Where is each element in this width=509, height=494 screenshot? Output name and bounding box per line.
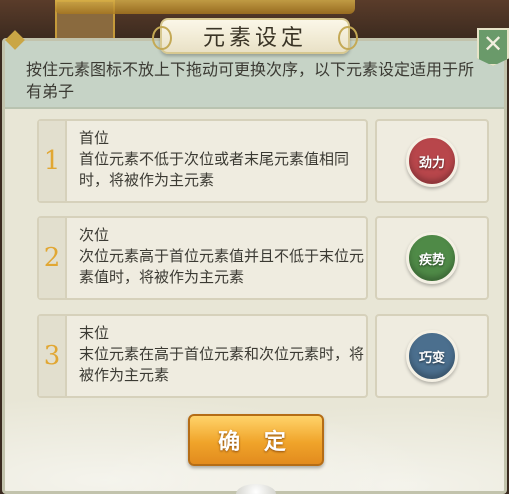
rule-row-3: 3 末位 末位元素在高于首位元素和次位元素时，将被作为主元素 xyxy=(37,314,368,398)
rule-row-1: 1 首位 首位元素不低于次位或者末尾元素值相同时，将被作为主元素 xyxy=(37,119,368,203)
row-description: 末位元素在高于首位元素和次位元素时，将被作为主元素 xyxy=(79,345,365,384)
element-label: 疾势 xyxy=(418,252,445,268)
row-description: 次位元素高于首位元素值并且不低于末位元素值时，将被作为主元素 xyxy=(79,247,365,286)
close-button[interactable]: ✕ xyxy=(477,28,509,66)
background-frame xyxy=(55,0,355,14)
element-label: 劲力 xyxy=(418,155,445,171)
row-number-cell: 3 xyxy=(39,316,67,396)
dialog-title: 元素设定 xyxy=(202,26,307,51)
element-slot-1[interactable]: 劲力 xyxy=(375,119,489,203)
confirm-button-label: 确 定 xyxy=(218,430,294,455)
row-title: 次位 xyxy=(79,226,110,244)
close-icon: ✕ xyxy=(482,30,504,58)
element-slot-2[interactable]: 疾势 xyxy=(375,216,489,300)
dialog-description: 按住元素图标不放上下拖动可更换次序，以下元素设定适用于所有弟子 xyxy=(26,60,475,101)
element-slot-3[interactable]: 巧变 xyxy=(375,314,489,398)
element-jishi-icon[interactable]: 疾势 xyxy=(406,232,458,284)
element-jinli-icon[interactable]: 劲力 xyxy=(406,135,458,187)
element-label: 巧变 xyxy=(418,350,445,366)
row-number-cell: 2 xyxy=(39,218,67,298)
confirm-button[interactable]: 确 定 xyxy=(188,414,324,466)
row-number: 3 xyxy=(43,341,61,371)
row-description: 首位元素不低于次位或者末尾元素值相同时，将被作为主元素 xyxy=(79,150,350,189)
row-number-cell: 1 xyxy=(39,121,67,201)
row-title: 首位 xyxy=(79,129,110,147)
rule-row-2: 2 次位 次位元素高于首位元素值并且不低于末位元素值时，将被作为主元素 xyxy=(37,216,368,300)
row-title: 末位 xyxy=(79,324,110,342)
row-number: 1 xyxy=(43,146,61,176)
dialog-title-plaque: 元素设定 xyxy=(152,18,358,54)
row-number: 2 xyxy=(43,243,61,273)
element-qiaobian-icon[interactable]: 巧变 xyxy=(406,330,458,382)
